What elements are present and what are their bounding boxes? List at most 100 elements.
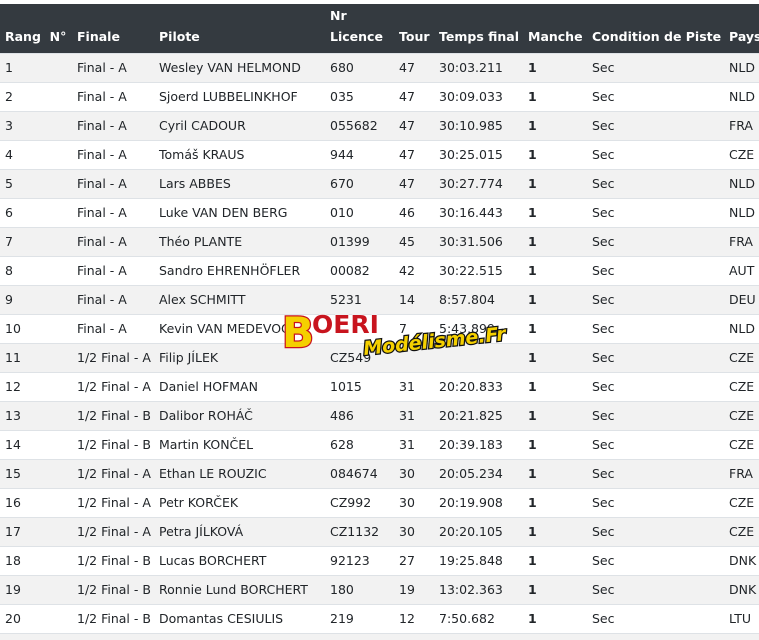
table-row[interactable]: 19 1/2 Final - B Ronnie Lund BORCHERT 180 19…: [0, 575, 759, 605]
cell-pays: FRA: [724, 459, 759, 489]
cell-pilote: Domantas CESIULIS: [154, 604, 325, 634]
cell-pays: GBR: [724, 633, 759, 640]
cell-licence: 055682: [325, 111, 394, 141]
cell-temps: 30:22.515: [434, 256, 523, 286]
table-row[interactable]: 211/4 Final - BKlenauskas MINDAUGAS16405…: [0, 633, 759, 640]
cell-pays: NLD: [724, 53, 759, 83]
table-row[interactable]: 4 Final - A Tomáš KRAUS 944 47 30:25.015 1 Sec C…: [0, 140, 759, 170]
cell-tour: 47: [394, 53, 434, 83]
cell-tour: 46: [394, 198, 434, 228]
table-row[interactable]: 20 1/2 Final - B Domantas CESIULIS 219 12 7:5…: [0, 604, 759, 634]
cell-licence: 680: [325, 53, 394, 83]
cell-manche: 1: [523, 401, 587, 431]
col-header-condition[interactable]: Condition de Piste: [587, 4, 724, 54]
col-header-pilote[interactable]: Pilote: [154, 4, 325, 54]
table-row[interactable]: 13 1/2 Final - B Dalibor ROHÁČ 486 31 20:21.8…: [0, 401, 759, 431]
cell-pilote: Lucas BORCHERT: [154, 546, 325, 576]
cell-condition: Sec: [587, 285, 724, 315]
cell-condition: Sec: [587, 575, 724, 605]
cell-manche: 1: [523, 633, 587, 640]
table-row[interactable]: 6 Final - A Luke VAN DEN BERG 010 46 30:16.44…: [0, 198, 759, 228]
cell-finale: Final - A: [72, 314, 154, 344]
cell-tour: 47: [394, 140, 434, 170]
cell-temps: 30:16.443: [434, 198, 523, 228]
cell-pays: CZE: [724, 343, 759, 373]
cell-temps: 13:02.363: [434, 575, 523, 605]
cell-temps: 30:10.985: [434, 111, 523, 141]
logo-modelisme: Modélisme.Fr: [362, 323, 508, 360]
cell-condition: Sec: [587, 633, 724, 640]
col-header-manche[interactable]: Manche: [523, 4, 587, 54]
col-header-temps[interactable]: Temps final: [434, 4, 523, 54]
table-row[interactable]: 2 Final - A Sjoerd LUBBELINKHOF 035 47 30:09.…: [0, 82, 759, 112]
table-row[interactable]: 15 1/2 Final - A Ethan LE ROUZIC 084674 30 20…: [0, 459, 759, 489]
cell-finale: 1/2 Final - B: [72, 401, 154, 431]
cell-condition: Sec: [587, 459, 724, 489]
cell-tour: 27: [394, 546, 434, 576]
table-header-row: Rang N° Finale Pilote Nr Licence Tour Tem…: [0, 4, 759, 54]
cell-licence: 944: [325, 140, 394, 170]
cell-manche: 1: [523, 227, 587, 257]
cell-pilote: Petra JÍLKOVÁ: [154, 517, 325, 547]
cell-manche: 1: [523, 517, 587, 547]
cell-rang: 20: [0, 604, 72, 634]
cell-finale: Final - A: [72, 82, 154, 112]
cell-temps: 30:27.774: [434, 169, 523, 199]
cell-finale: Final - A: [72, 256, 154, 286]
cell-licence: 084674: [325, 459, 394, 489]
cell-manche: 1: [523, 488, 587, 518]
cell-pilote: Tomáš KRAUS: [154, 140, 325, 170]
cell-condition: Sec: [587, 82, 724, 112]
cell-pays: CZE: [724, 372, 759, 402]
cell-rang: 14: [0, 430, 72, 460]
cell-manche: 1: [523, 343, 587, 373]
cell-condition: Sec: [587, 140, 724, 170]
cell-rang: 4: [0, 140, 72, 170]
cell-tour: 47: [394, 169, 434, 199]
cell-condition: Sec: [587, 343, 724, 373]
cell-finale: 1/2 Final - A: [72, 343, 154, 373]
table-row[interactable]: 7 Final - A Théo PLANTE 01399 45 30:31.506 1 Se…: [0, 227, 759, 257]
cell-finale: 1/2 Final - B: [72, 575, 154, 605]
table-row[interactable]: 12 1/2 Final - A Daniel HOFMAN 1015 31 20:20.…: [0, 372, 759, 402]
col-header-tour[interactable]: Tour: [394, 4, 434, 54]
cell-pilote: Théo PLANTE: [154, 227, 325, 257]
cell-temps: 15:22.527: [434, 633, 523, 640]
cell-pays: CZE: [724, 517, 759, 547]
cell-condition: Sec: [587, 488, 724, 518]
cell-pilote: Cyril CADOUR: [154, 111, 325, 141]
cell-finale: Final - A: [72, 198, 154, 228]
col-header-rang[interactable]: Rang N°: [0, 4, 72, 54]
cell-rang: 6: [0, 198, 72, 228]
cell-finale: Final - A: [72, 169, 154, 199]
table-row[interactable]: 1 Final - A Wesley VAN HELMOND 680 47 30:03.2…: [0, 53, 759, 83]
table-row[interactable]: 8 Final - A Sandro EHRENHÖFLER 00082 42 30:22…: [0, 256, 759, 286]
cell-rang: 19: [0, 575, 72, 605]
cell-condition: Sec: [587, 401, 724, 431]
cell-rang: 15: [0, 459, 72, 489]
col-header-pays[interactable]: Pays: [724, 4, 759, 54]
cell-licence: CZ992: [325, 488, 394, 518]
cell-licence: 01399: [325, 227, 394, 257]
table-row[interactable]: 16 1/2 Final - A Petr KORČEK CZ992 30 20:19.9…: [0, 488, 759, 518]
cell-temps: 20:19.908: [434, 488, 523, 518]
cell-manche: 1: [523, 430, 587, 460]
col-header-licence[interactable]: Nr Licence: [325, 4, 394, 54]
cell-manche: 1: [523, 53, 587, 83]
cell-rang: 11: [0, 343, 72, 373]
cell-tour: 42: [394, 256, 434, 286]
table-row[interactable]: 14 1/2 Final - B Martin KONČEL 628 31 20:39.1…: [0, 430, 759, 460]
table-row[interactable]: 3 Final - A Cyril CADOUR 055682 47 30:10.985 1…: [0, 111, 759, 141]
table-row[interactable]: 5 Final - A Lars ABBES 670 47 30:27.774 1 Sec NL…: [0, 169, 759, 199]
col-header-finale[interactable]: Finale: [72, 4, 154, 54]
cell-pays: LTU: [724, 604, 759, 634]
cell-licence: 1015: [325, 372, 394, 402]
cell-licence: 219: [325, 604, 394, 634]
table-row[interactable]: 17 1/2 Final - A Petra JÍLKOVÁ CZ1132 30 20:2…: [0, 517, 759, 547]
cell-licence: 035: [325, 82, 394, 112]
table-row[interactable]: 18 1/2 Final - B Lucas BORCHERT 92123 27 19:2…: [0, 546, 759, 576]
cell-pays: NLD: [724, 82, 759, 112]
cell-finale: Final - A: [72, 227, 154, 257]
cell-pays: CZE: [724, 430, 759, 460]
cell-rang: 7: [0, 227, 72, 257]
